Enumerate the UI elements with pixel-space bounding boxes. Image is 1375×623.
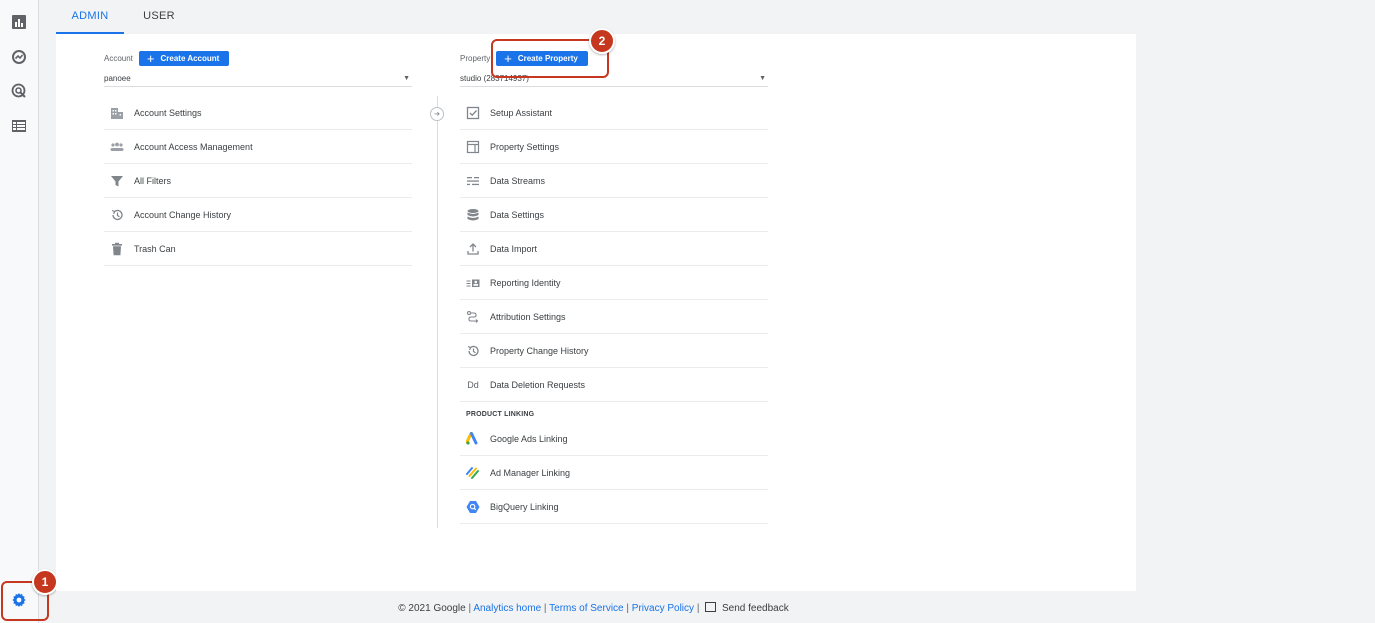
identity-icon (466, 276, 480, 290)
menu-item-label: Data Settings (490, 209, 545, 220)
menu-item-label: Setup Assistant (490, 107, 553, 118)
column-divider (437, 96, 438, 528)
footer: © 2021 Google | Analytics home | Terms o… (0, 602, 1187, 614)
plus-icon: + (146, 50, 155, 66)
menu-item-label: Attribution Settings (490, 311, 566, 322)
footer-copyright: © 2021 Google (398, 603, 466, 614)
ad-manager-icon (466, 466, 480, 480)
feedback-icon (705, 602, 717, 612)
account-header: Account + Create Account (104, 50, 230, 66)
footer-privacy-link[interactable]: Privacy Policy (632, 603, 694, 614)
menu-item-label: BigQuery Linking (490, 501, 559, 512)
footer-separator: | (543, 603, 547, 614)
property-menu-item-bigquery[interactable]: BigQuery Linking (460, 490, 768, 524)
account-menu-item-access[interactable]: Account Access Management (104, 130, 412, 164)
history-icon (110, 208, 124, 222)
upload-icon (466, 242, 480, 256)
property-menu: Setup Assistant Property Settings Data S… (460, 96, 768, 524)
menu-item-label: Data Import (490, 243, 538, 254)
property-menu-item-ad-manager[interactable]: Ad Manager Linking (460, 456, 768, 490)
menu-item-label: Google Ads Linking (490, 433, 568, 444)
layout-icon (466, 140, 480, 154)
menu-item-label: All Filters (134, 175, 172, 186)
menu-item-label: Data Deletion Requests (490, 379, 586, 390)
account-selected-value: panoee (104, 73, 131, 83)
menu-item-label: Account Change History (134, 209, 232, 220)
people-icon (110, 140, 124, 154)
explore-icon[interactable] (10, 48, 28, 66)
property-menu-item-data-streams[interactable]: Data Streams (460, 164, 768, 198)
property-menu-item-data-settings[interactable]: Data Settings (460, 198, 768, 232)
property-label: Property (460, 53, 491, 63)
footer-analytics-home-link[interactable]: Analytics home (473, 603, 541, 614)
streams-icon (466, 174, 480, 188)
menu-item-label: Property Change History (490, 345, 589, 356)
annotation-badge-1: 1 (32, 569, 58, 595)
create-account-label: Create Account (160, 53, 220, 63)
footer-separator: | (626, 603, 629, 614)
arrow-right-icon: ➔ (430, 107, 444, 121)
dropdown-caret-icon: ▼ (759, 74, 766, 82)
google-ads-icon (466, 431, 480, 446)
footer-terms-link[interactable]: Terms of Service (549, 603, 623, 614)
property-menu-item-attribution[interactable]: Attribution Settings (460, 300, 768, 334)
property-menu-item-reporting-identity[interactable]: Reporting Identity (460, 266, 768, 300)
attribution-icon (466, 310, 480, 324)
advertising-icon[interactable] (10, 82, 28, 100)
filter-icon (110, 174, 124, 188)
property-menu-item-settings[interactable]: Property Settings (460, 130, 768, 164)
footer-send-feedback[interactable]: Send feedback (722, 603, 789, 614)
tab-admin[interactable]: ADMIN (56, 0, 124, 34)
account-selector[interactable]: panoee ▼ (104, 70, 412, 87)
account-menu-item-settings[interactable]: Account Settings (104, 96, 412, 130)
footer-separator: | (468, 603, 472, 614)
left-nav-rail (0, 0, 39, 623)
menu-item-label: Property Settings (490, 141, 560, 152)
menu-item-label: Account Settings (134, 107, 202, 118)
property-menu-item-data-import[interactable]: Data Import (460, 232, 768, 266)
account-menu: Account Settings Account Access Manageme… (104, 96, 412, 266)
bigquery-icon (466, 500, 480, 514)
dropdown-caret-icon: ▼ (403, 74, 410, 82)
footer-separator: | (696, 603, 700, 614)
checkbox-icon (466, 106, 480, 120)
property-menu-item-change-history[interactable]: Property Change History (460, 334, 768, 368)
configure-icon[interactable] (10, 117, 28, 135)
admin-card: Account + Create Account panoee ▼ Accoun… (56, 34, 1136, 591)
database-icon (466, 208, 480, 222)
menu-item-label: Trash Can (134, 243, 176, 254)
history-icon (466, 344, 480, 358)
tab-user[interactable]: USER (136, 0, 182, 32)
account-menu-item-filters[interactable]: All Filters (104, 164, 412, 198)
menu-item-label: Account Access Management (134, 141, 253, 152)
account-label: Account (104, 53, 133, 63)
property-menu-item-setup-assistant[interactable]: Setup Assistant (460, 96, 768, 130)
account-menu-item-trash[interactable]: Trash Can (104, 232, 412, 266)
product-linking-heading: PRODUCT LINKING (466, 411, 535, 418)
dd-icon: Dd (467, 379, 479, 390)
annotation-badge-2: 2 (589, 28, 615, 54)
trash-icon (110, 242, 124, 256)
building-icon (110, 106, 124, 120)
menu-item-label: Data Streams (490, 175, 546, 186)
create-account-button[interactable]: + Create Account (138, 50, 230, 66)
property-menu-item-google-ads[interactable]: Google Ads Linking (460, 422, 768, 456)
property-menu-item-data-deletion[interactable]: Dd Data Deletion Requests (460, 368, 768, 402)
menu-item-label: Reporting Identity (490, 277, 561, 288)
menu-item-label: Ad Manager Linking (490, 467, 571, 478)
account-menu-item-change-history[interactable]: Account Change History (104, 198, 412, 232)
reports-icon[interactable] (10, 13, 28, 31)
